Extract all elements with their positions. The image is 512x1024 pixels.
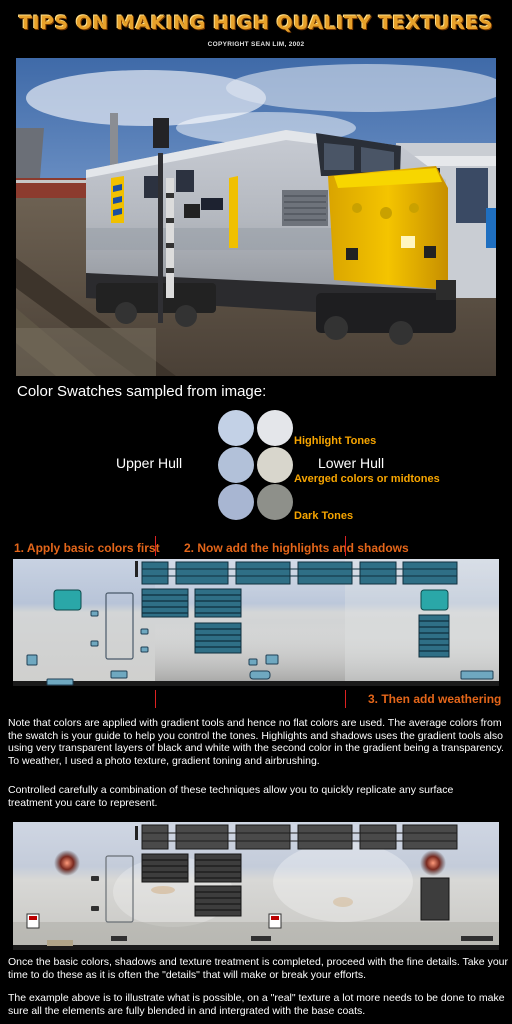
paragraph-gradients: Note that colors are applied with gradie… [8, 717, 504, 767]
highlight-tones-label: Highlight Tones [294, 435, 377, 447]
guide-line [155, 536, 156, 556]
upper-hull-label: Upper Hull [116, 455, 183, 471]
page-title: TIPS ON MAKING HIGH QUALITY TEXTURES [19, 12, 493, 34]
locomotive-photo [16, 58, 496, 376]
paragraph-techniques: Controlled carefully a combination of th… [8, 784, 454, 809]
upper-dark-swatch [218, 484, 254, 520]
copyright-notice: COPYRIGHT SEAN LIM, 2002 [207, 41, 305, 48]
lower-midtone-swatch [257, 447, 293, 483]
dark-tones-label: Dark Tones [294, 510, 354, 522]
guide-line [345, 536, 346, 556]
midtones-label: Averged colors or midtones [294, 473, 440, 485]
step-1-label: 1. Apply basic colors first [14, 541, 160, 555]
lower-dark-swatch [257, 484, 293, 520]
step-2-label: 2. Now add the highlights and shadows [184, 541, 409, 555]
step-3-label: 3. Then add weathering [368, 692, 502, 706]
paragraph-details: Once the basic colors, shadows and textu… [8, 956, 508, 981]
guide-line [155, 690, 156, 708]
guide-line [345, 690, 346, 708]
texture-strip-basic [13, 559, 499, 686]
lower-highlight-swatch [257, 410, 293, 446]
swatch-heading: Color Swatches sampled from image: [17, 383, 267, 400]
upper-midtone-swatch [218, 447, 254, 483]
texture-strip-detailed [13, 822, 499, 950]
lower-hull-label: Lower Hull [318, 455, 385, 471]
paragraph-example-note: The example above is to illustrate what … [8, 992, 505, 1017]
upper-highlight-swatch [218, 410, 254, 446]
